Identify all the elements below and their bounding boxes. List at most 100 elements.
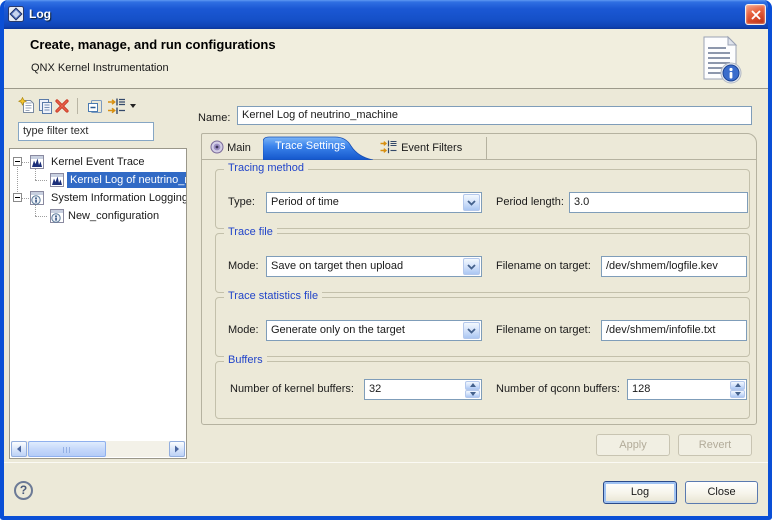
tree-item-label: Kernel Event Trace	[51, 154, 145, 170]
page-title: Create, manage, and run configurations	[30, 37, 276, 52]
close-icon	[751, 10, 761, 20]
tree-item-label: New_configuration	[68, 208, 159, 224]
chevron-down-icon	[467, 264, 476, 270]
tab-folder: Main Trace Settings	[201, 133, 757, 425]
filter-icon	[107, 97, 127, 115]
tree-item-label: System Information Logging	[51, 190, 186, 206]
trace-statistics-mode-value: Generate only on the target	[271, 321, 462, 340]
tree-item-kernel-event-trace[interactable]: Kernel Event Trace	[10, 153, 186, 171]
log-button[interactable]: Log	[603, 481, 677, 504]
window-title: Log	[29, 7, 51, 21]
trace-file-mode-value: Save on target then upload	[271, 257, 462, 276]
tracing-type-combo[interactable]: Period of time	[266, 192, 482, 213]
tracing-type-value: Period of time	[271, 193, 462, 212]
delete-icon	[53, 97, 71, 115]
tab-main[interactable]: Main	[206, 136, 262, 160]
tab-trace-settings[interactable]: Trace Settings	[263, 136, 376, 160]
tree-horizontal-scrollbar[interactable]	[11, 441, 185, 457]
configuration-tree[interactable]: Kernel Event Trace Kernel Log of neutrin…	[9, 148, 187, 459]
kernel-event-trace-icon	[49, 172, 65, 188]
trace-file-mode-combo[interactable]: Save on target then upload	[266, 256, 482, 277]
trace-file-filename-input[interactable]: /dev/shmem/logfile.kev	[601, 256, 747, 277]
toolbar-separator	[77, 98, 78, 114]
chevron-down-icon	[467, 328, 476, 334]
filter-configurations-button[interactable]	[106, 95, 128, 117]
period-length-input[interactable]: 3.0	[569, 192, 748, 213]
bottom-separator	[4, 462, 768, 463]
log-dialog-window: Log Create, manage, and run configuratio…	[0, 0, 772, 520]
expander-minus-icon[interactable]	[13, 157, 22, 166]
spinner-down-button[interactable]	[465, 390, 480, 399]
system-info-logging-icon	[49, 208, 65, 224]
kernel-buffers-label: Number of kernel buffers:	[230, 379, 354, 400]
trace-statistics-filename-input[interactable]: /dev/shmem/infofile.txt	[601, 320, 747, 341]
name-label: Name:	[198, 109, 230, 128]
expander-minus-icon[interactable]	[13, 193, 22, 202]
arrow-up-icon	[735, 383, 741, 387]
qconn-buffers-label: Number of qconn buffers:	[496, 379, 620, 400]
scroll-right-button[interactable]	[169, 441, 185, 457]
combo-dropdown-button[interactable]	[463, 194, 480, 211]
filter-dropdown-caret-icon[interactable]	[130, 104, 136, 108]
chevron-down-icon	[467, 200, 476, 206]
kernel-event-trace-icon	[29, 154, 45, 170]
document-info-icon	[698, 35, 744, 85]
qconn-buffers-value: 128	[632, 380, 729, 399]
group-title: Tracing method	[224, 162, 308, 174]
arrow-down-icon	[470, 392, 476, 396]
tab-trace-settings-label: Trace Settings	[275, 140, 346, 152]
delete-configuration-button[interactable]	[51, 95, 73, 117]
period-length-label: Period length:	[496, 192, 564, 213]
mode-label: Mode:	[228, 256, 259, 277]
spinner-up-button[interactable]	[730, 381, 745, 390]
dialog-body: Create, manage, and run configurations Q…	[4, 29, 768, 516]
tab-event-filters-label: Event Filters	[401, 142, 462, 154]
trace-statistics-mode-combo[interactable]: Generate only on the target	[266, 320, 482, 341]
type-label: Type:	[228, 192, 255, 213]
kernel-buffers-spinner[interactable]: 32	[364, 379, 482, 400]
group-buffers: Buffers Number of kernel buffers: 32 Num…	[215, 361, 750, 419]
tree-item-label-selected: Kernel Log of neutrino_machine	[67, 172, 186, 188]
help-button[interactable]: ?	[14, 481, 33, 500]
spinner-up-button[interactable]	[465, 381, 480, 390]
tab-event-filters[interactable]: Event Filters	[376, 136, 484, 160]
name-input[interactable]: Kernel Log of neutrino_machine	[237, 106, 752, 125]
tree-item-kernel-log[interactable]: Kernel Log of neutrino_machine	[10, 171, 186, 189]
kernel-buffers-value: 32	[369, 380, 464, 399]
combo-dropdown-button[interactable]	[463, 258, 480, 275]
filename-on-target-label: Filename on target:	[496, 320, 591, 341]
mode-label: Mode:	[228, 320, 259, 341]
system-info-logging-icon	[29, 190, 45, 206]
window-icon	[8, 6, 24, 22]
scroll-right-arrow-icon	[174, 445, 180, 453]
group-tracing-method: Tracing method Type: Period of time Peri…	[215, 169, 750, 229]
tree-item-new-configuration[interactable]: New_configuration	[10, 207, 186, 225]
filename-on-target-label: Filename on target:	[496, 256, 591, 277]
group-title: Trace file	[224, 226, 277, 238]
scrollbar-thumb[interactable]	[28, 441, 106, 457]
spinner-down-button[interactable]	[730, 390, 745, 399]
group-title: Buffers	[224, 354, 267, 366]
apply-button[interactable]: Apply	[596, 434, 670, 456]
event-filters-tab-icon	[380, 139, 398, 154]
group-trace-statistics-file: Trace statistics file Mode: Generate onl…	[215, 297, 750, 357]
revert-button[interactable]: Revert	[678, 434, 752, 456]
scroll-left-button[interactable]	[11, 441, 27, 457]
dialog-header: Create, manage, and run configurations Q…	[4, 29, 768, 89]
combo-dropdown-button[interactable]	[463, 322, 480, 339]
tab-main-label: Main	[227, 142, 251, 154]
arrow-down-icon	[735, 392, 741, 396]
group-title: Trace statistics file	[224, 290, 322, 302]
qconn-buffers-spinner[interactable]: 128	[627, 379, 747, 400]
group-trace-file: Trace file Mode: Save on target then upl…	[215, 233, 750, 293]
scroll-left-arrow-icon	[16, 445, 22, 453]
collapse-all-button[interactable]	[84, 95, 106, 117]
tree-item-system-information-logging[interactable]: System Information Logging	[10, 189, 186, 207]
close-window-button[interactable]	[745, 4, 766, 25]
arrow-up-icon	[470, 383, 476, 387]
tree-filter-input[interactable]: type filter text	[18, 122, 154, 141]
main-tab-icon	[210, 140, 224, 154]
close-button[interactable]: Close	[685, 481, 758, 504]
title-bar[interactable]: Log	[0, 0, 772, 29]
collapse-all-icon	[86, 97, 104, 115]
